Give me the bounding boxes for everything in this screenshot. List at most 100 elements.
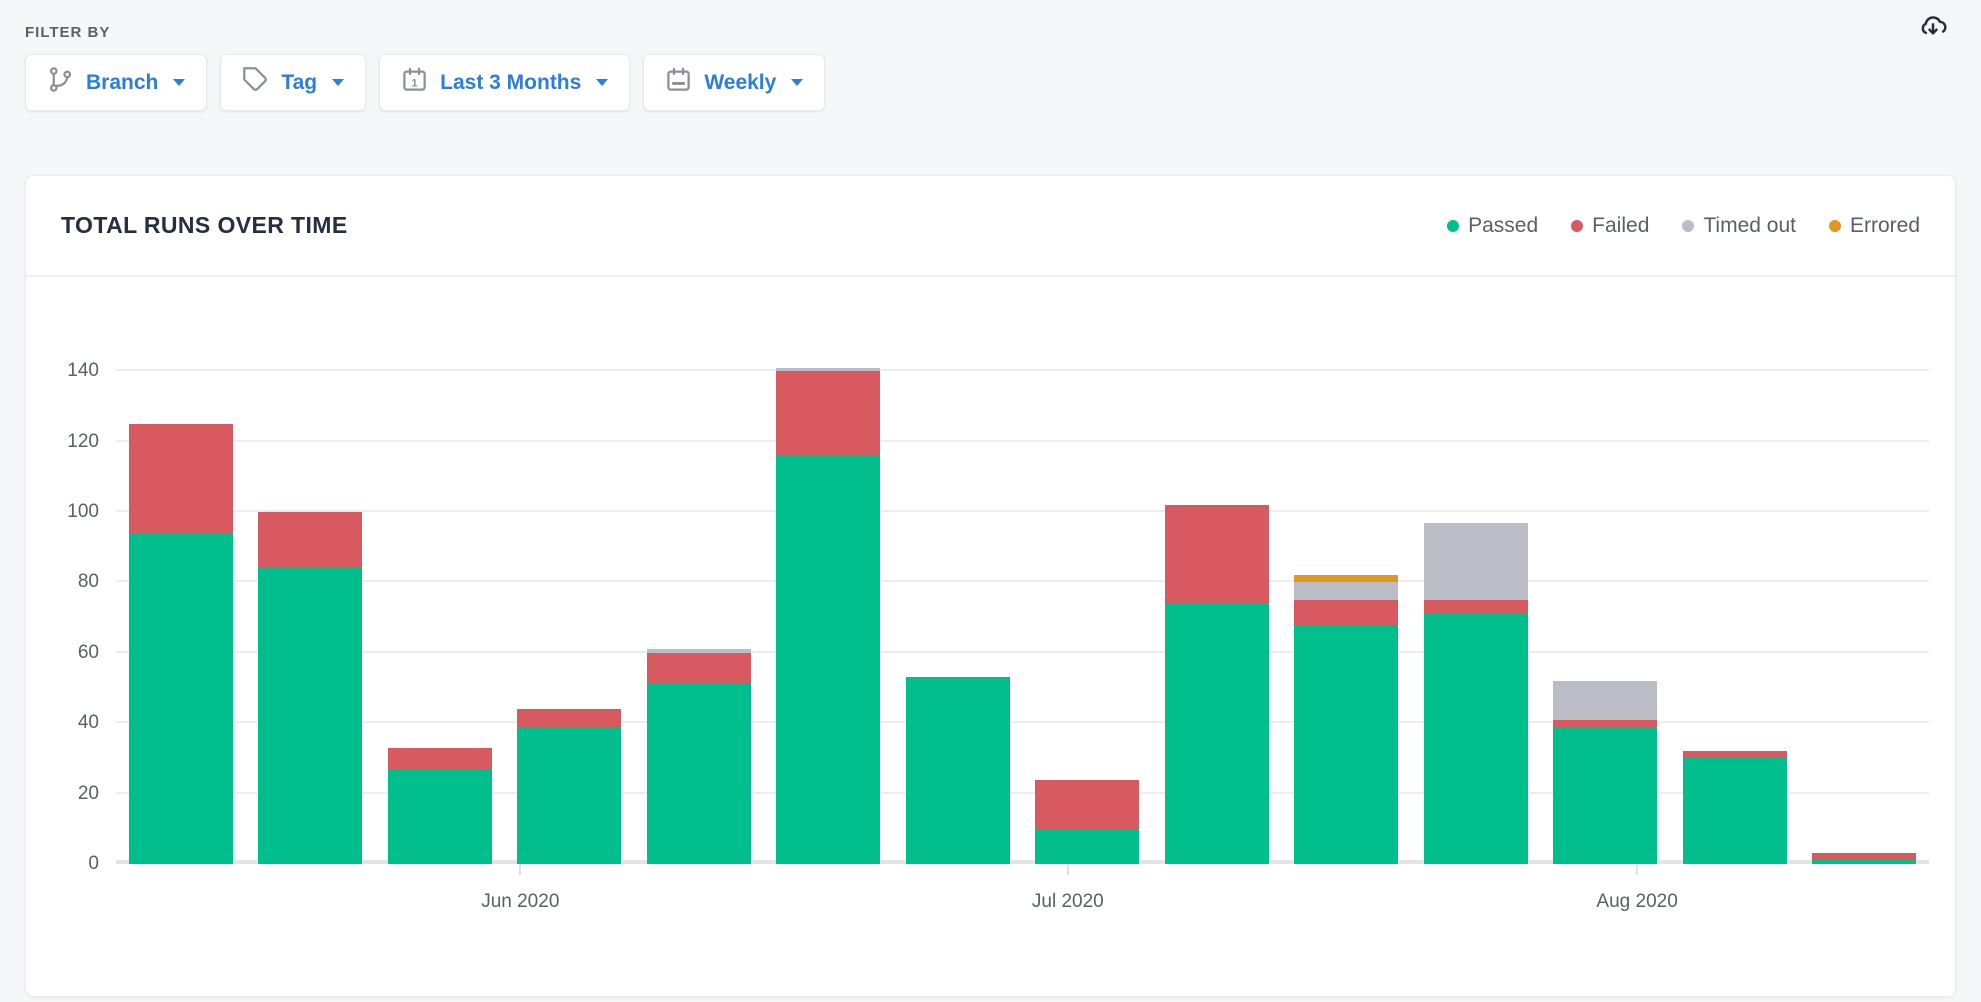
errored-dot-icon: [1829, 220, 1841, 232]
bar-segment-passed[interactable]: [1424, 614, 1528, 864]
chevron-down-icon: [596, 79, 608, 86]
stacked-bar[interactable]: [1812, 853, 1916, 864]
x-axis-tick: [1067, 864, 1069, 875]
calendar-date-icon: 1: [401, 66, 428, 99]
bar-segment-failed[interactable]: [258, 512, 362, 568]
tag-filter-button[interactable]: Tag: [220, 54, 366, 111]
legend-item-errored[interactable]: Errored: [1829, 214, 1920, 238]
bar-slot: [764, 336, 894, 864]
total-runs-card: TOTAL RUNS OVER TIME Passed Failed Timed…: [25, 175, 1956, 997]
bar-slot: [1282, 336, 1412, 864]
bar-segment-passed[interactable]: [1683, 758, 1787, 864]
bar-slot: [505, 336, 635, 864]
x-axis-tick: [519, 864, 521, 875]
bar-segment-failed[interactable]: [647, 653, 751, 685]
bar-segment-passed[interactable]: [388, 769, 492, 864]
bar-segment-failed[interactable]: [1424, 600, 1528, 614]
bar-segment-failed[interactable]: [1035, 780, 1139, 829]
bar-segment-passed[interactable]: [1165, 604, 1269, 864]
bar-segment-passed[interactable]: [647, 684, 751, 864]
stacked-bar[interactable]: [258, 512, 362, 864]
bar-segment-passed[interactable]: [258, 568, 362, 864]
bar-segment-passed[interactable]: [1812, 860, 1916, 864]
bar-slot: [1670, 336, 1800, 864]
bar-segment-errored[interactable]: [1294, 575, 1398, 582]
failed-dot-icon: [1571, 220, 1583, 232]
legend-item-passed[interactable]: Passed: [1447, 214, 1538, 238]
bar-segment-passed[interactable]: [776, 456, 880, 864]
bar-segment-passed[interactable]: [129, 533, 233, 864]
stacked-bar[interactable]: [906, 677, 1010, 864]
timed-out-dot-icon: [1682, 220, 1694, 232]
stacked-bar[interactable]: [1294, 575, 1398, 864]
y-axis-tick-label: 120: [67, 431, 99, 453]
chevron-down-icon: [332, 79, 344, 86]
interval-filter-button[interactable]: Weekly: [643, 54, 825, 111]
bar-segment-timed-out[interactable]: [1553, 681, 1657, 720]
download-button[interactable]: [1915, 8, 1951, 44]
stacked-bar[interactable]: [647, 649, 751, 864]
y-axis-tick-label: 140: [67, 360, 99, 382]
filter-bar: FILTER BY Branch: [0, 0, 1981, 111]
stacked-bar[interactable]: [1035, 780, 1139, 864]
legend-label: Errored: [1850, 214, 1920, 238]
tag-filter-label: Tag: [281, 71, 317, 95]
card-title: TOTAL RUNS OVER TIME: [61, 212, 348, 239]
stacked-bar[interactable]: [517, 709, 621, 864]
calendar-week-icon: [665, 66, 692, 99]
date-range-filter-label: Last 3 Months: [440, 71, 581, 95]
tag-icon: [242, 66, 269, 99]
bar-segment-failed[interactable]: [1683, 751, 1787, 758]
bar-segment-failed[interactable]: [1294, 600, 1398, 625]
chart-legend: Passed Failed Timed out Errored: [1447, 214, 1920, 238]
stacked-bar[interactable]: [129, 424, 233, 864]
cloud-download-icon: [1918, 10, 1948, 43]
bar-segment-passed[interactable]: [906, 677, 1010, 864]
bar-slot: [893, 336, 1023, 864]
branch-filter-label: Branch: [86, 71, 158, 95]
bar-segment-passed[interactable]: [1294, 625, 1398, 864]
stacked-bar[interactable]: [776, 368, 880, 864]
bar-segment-failed[interactable]: [1553, 720, 1657, 727]
y-axis-tick-label: 60: [78, 642, 99, 664]
branch-filter-button[interactable]: Branch: [25, 54, 207, 111]
legend-item-timed-out[interactable]: Timed out: [1682, 214, 1796, 238]
bar-segment-passed[interactable]: [1035, 829, 1139, 864]
legend-item-failed[interactable]: Failed: [1571, 214, 1649, 238]
bar-segment-timed-out[interactable]: [1294, 582, 1398, 600]
date-range-filter-button[interactable]: 1 Last 3 Months: [379, 54, 630, 111]
stacked-bar[interactable]: [1165, 505, 1269, 864]
chevron-down-icon: [791, 79, 803, 86]
stacked-bar[interactable]: [1424, 523, 1528, 864]
passed-dot-icon: [1447, 220, 1459, 232]
bar-slot: [634, 336, 764, 864]
stacked-bar[interactable]: [388, 748, 492, 864]
bar-slot: [1023, 336, 1153, 864]
bar-slot: [116, 336, 246, 864]
stacked-bar[interactable]: [1553, 681, 1657, 864]
legend-label: Timed out: [1703, 214, 1796, 238]
chevron-down-icon: [173, 79, 185, 86]
filter-buttons-row: Branch Tag 1 Last 3 Months: [25, 54, 1956, 111]
bar-segment-passed[interactable]: [1553, 727, 1657, 864]
x-axis-tick-label: Aug 2020: [1596, 891, 1677, 913]
bar-segment-failed[interactable]: [1165, 505, 1269, 604]
stacked-bar[interactable]: [1683, 751, 1787, 864]
bar-segment-failed[interactable]: [776, 371, 880, 455]
x-axis-tick: [1636, 864, 1638, 875]
bar-segment-failed[interactable]: [388, 748, 492, 769]
bar-segment-failed[interactable]: [517, 709, 621, 727]
x-axis-tick-label: Jun 2020: [481, 891, 559, 913]
y-axis-tick-label: 0: [88, 853, 99, 875]
git-branch-icon: [47, 66, 74, 99]
bar-segment-passed[interactable]: [517, 727, 621, 864]
x-axis-tick-label: Jul 2020: [1032, 891, 1104, 913]
y-axis-tick-label: 20: [78, 783, 99, 805]
bar-segment-timed-out[interactable]: [1424, 523, 1528, 600]
y-axis-tick-label: 40: [78, 712, 99, 734]
bar-segment-failed[interactable]: [1812, 853, 1916, 860]
bar-segment-failed[interactable]: [129, 424, 233, 533]
legend-label: Passed: [1468, 214, 1538, 238]
bar-slot: [1800, 336, 1930, 864]
bar-slot: [1411, 336, 1541, 864]
